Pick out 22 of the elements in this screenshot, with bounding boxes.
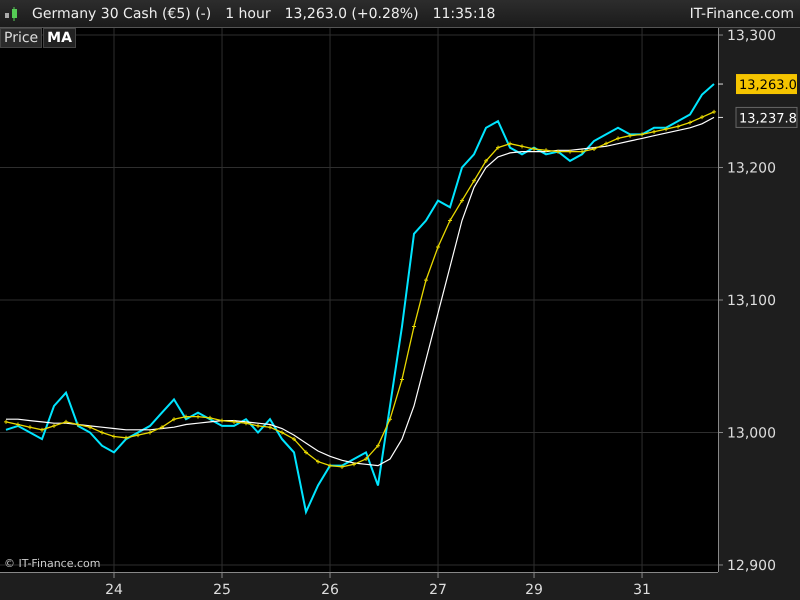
- legend-label: MA: [43, 28, 76, 48]
- candlestick-icon: [4, 6, 18, 22]
- axis-label: 13,300: [727, 28, 776, 44]
- brand-label: IT-Finance.com: [690, 6, 794, 22]
- axis-label: 13,100: [727, 293, 776, 309]
- last-price-tag: 13,263.0: [736, 74, 797, 94]
- price-quote: 13,263.0 (+0.28%): [284, 6, 419, 22]
- average-value-tag: 13,237.8: [736, 106, 798, 128]
- axis-label: 13,200: [727, 160, 776, 176]
- legend-label: Price: [0, 28, 42, 48]
- axis-label: 31: [633, 582, 651, 598]
- axis-label: 26: [321, 582, 339, 598]
- axis-label: 12,900: [727, 558, 776, 574]
- axis-label: 27: [429, 582, 447, 598]
- copyright-label: © IT-Finance.com: [4, 557, 100, 570]
- timeframe-label: 1 hour: [225, 6, 271, 22]
- time-label: 11:35:18: [432, 6, 496, 22]
- axis-label: 25: [213, 582, 231, 598]
- axis-label: 13,000: [727, 426, 776, 442]
- instrument-title: Germany 30 Cash (€5) (-): [32, 6, 212, 22]
- axis-label: 24: [105, 582, 123, 598]
- axis-label: 29: [525, 582, 543, 598]
